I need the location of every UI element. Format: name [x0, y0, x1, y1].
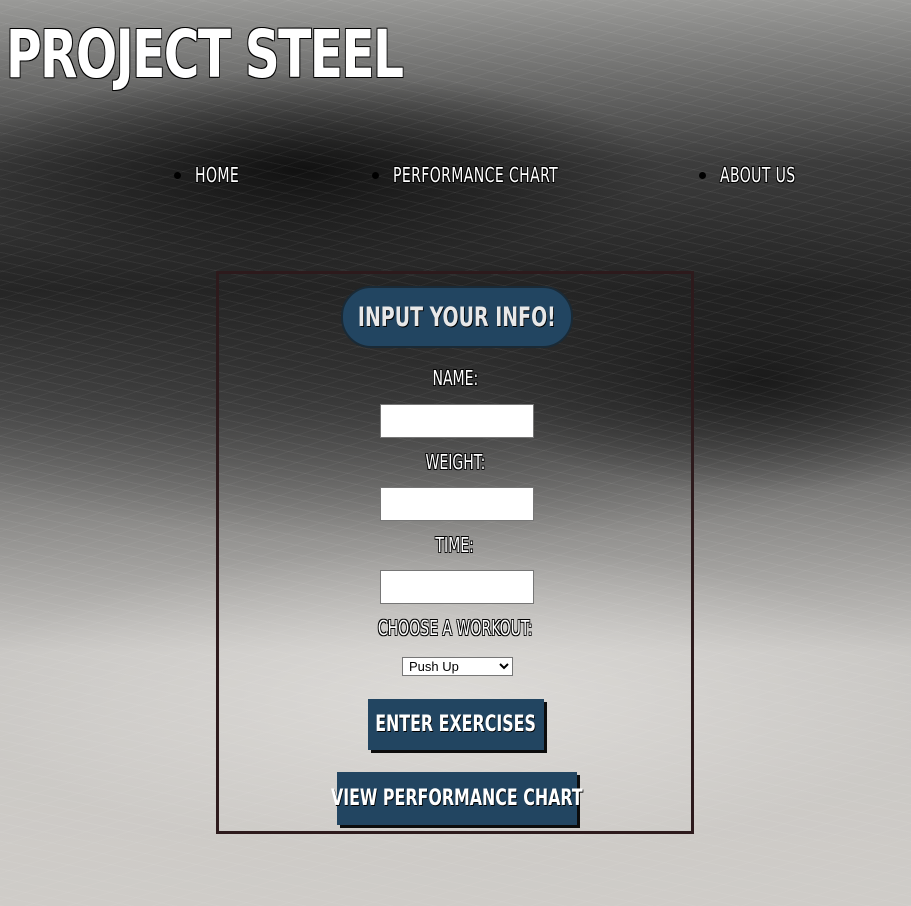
time-label: TIME:	[216, 533, 694, 557]
nav-item-about-us[interactable]: ABOUT US	[699, 163, 817, 187]
nav-item-home[interactable]: HOME	[174, 163, 252, 187]
weight-label: WEIGHT:	[216, 450, 694, 474]
name-label: NAME:	[216, 366, 694, 390]
form-heading-text: INPUT YOUR INFO!	[358, 301, 556, 333]
view-performance-chart-button[interactable]: VIEW PERFORMANCE CHART	[331, 772, 583, 825]
name-input[interactable]	[380, 404, 534, 438]
name-label-text: NAME:	[432, 366, 478, 390]
workout-label: CHOOSE A WORKOUT:	[216, 616, 694, 640]
site-title: PROJECT STEEL	[6, 16, 404, 93]
workout-select[interactable]: Push Up	[402, 657, 513, 676]
enter-exercises-button[interactable]: ENTER EXERCISES	[368, 699, 544, 750]
weight-label-text: WEIGHT:	[425, 450, 485, 474]
enter-exercises-label: ENTER EXERCISES	[375, 712, 537, 737]
workout-label-text: CHOOSE A WORKOUT:	[377, 616, 533, 640]
main-nav: HOME PERFORMANCE CHART ABOUT US	[0, 163, 911, 193]
bullet-icon	[699, 171, 706, 179]
bullet-icon	[372, 171, 379, 179]
time-label-text: TIME:	[435, 533, 475, 557]
weight-input[interactable]	[380, 487, 534, 521]
view-performance-chart-label: VIEW PERFORMANCE CHART	[331, 786, 583, 811]
bullet-icon	[174, 171, 181, 179]
time-input[interactable]	[380, 570, 534, 604]
nav-item-label: HOME	[195, 163, 240, 187]
nav-item-label: PERFORMANCE CHART	[393, 163, 559, 187]
nav-item-performance-chart[interactable]: PERFORMANCE CHART	[372, 163, 605, 187]
form-heading: INPUT YOUR INFO!	[341, 286, 573, 348]
nav-item-label: ABOUT US	[720, 163, 796, 187]
